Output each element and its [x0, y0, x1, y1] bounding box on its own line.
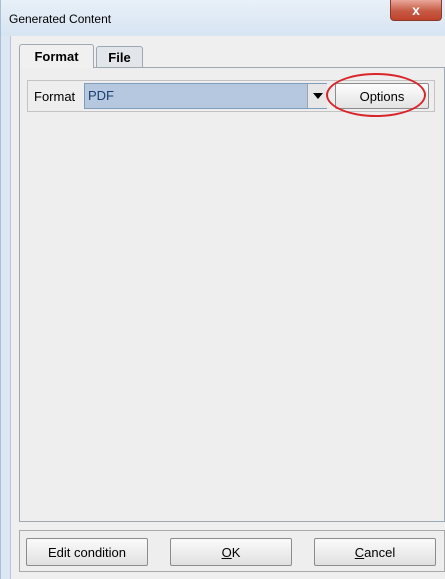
dialog-window: Generated Content x Format File Format P…: [0, 0, 445, 579]
cancel-label-rest: ancel: [364, 544, 396, 560]
format-label: Format: [34, 89, 76, 104]
dialog-client-area: Format File Format PDF Options Edit cond…: [10, 36, 445, 579]
format-select-value: PDF: [88, 88, 114, 103]
cancel-mnemonic: C: [354, 544, 365, 560]
ok-label-rest: K: [231, 544, 241, 560]
ok-button[interactable]: OK: [170, 538, 292, 566]
format-row: Format PDF Options: [27, 80, 435, 112]
tab-format[interactable]: Format: [19, 44, 94, 68]
cancel-button[interactable]: Cancel: [314, 538, 436, 566]
format-select[interactable]: PDF: [84, 83, 327, 109]
chevron-down-icon: [312, 93, 323, 99]
window-title: Generated Content: [9, 12, 112, 26]
options-button[interactable]: Options: [335, 83, 429, 109]
title-bar[interactable]: Generated Content x: [1, 0, 445, 36]
dialog-button-bar: Edit condition OK Cancel: [19, 530, 445, 572]
tab-file[interactable]: File: [96, 46, 143, 68]
dropdown-arrow-button[interactable]: [307, 84, 327, 108]
ok-mnemonic: O: [221, 544, 232, 560]
edit-condition-button[interactable]: Edit condition: [26, 538, 148, 566]
close-button[interactable]: x: [390, 0, 442, 21]
format-tab-panel: Format PDF Options: [19, 67, 445, 522]
close-icon: x: [412, 2, 420, 18]
